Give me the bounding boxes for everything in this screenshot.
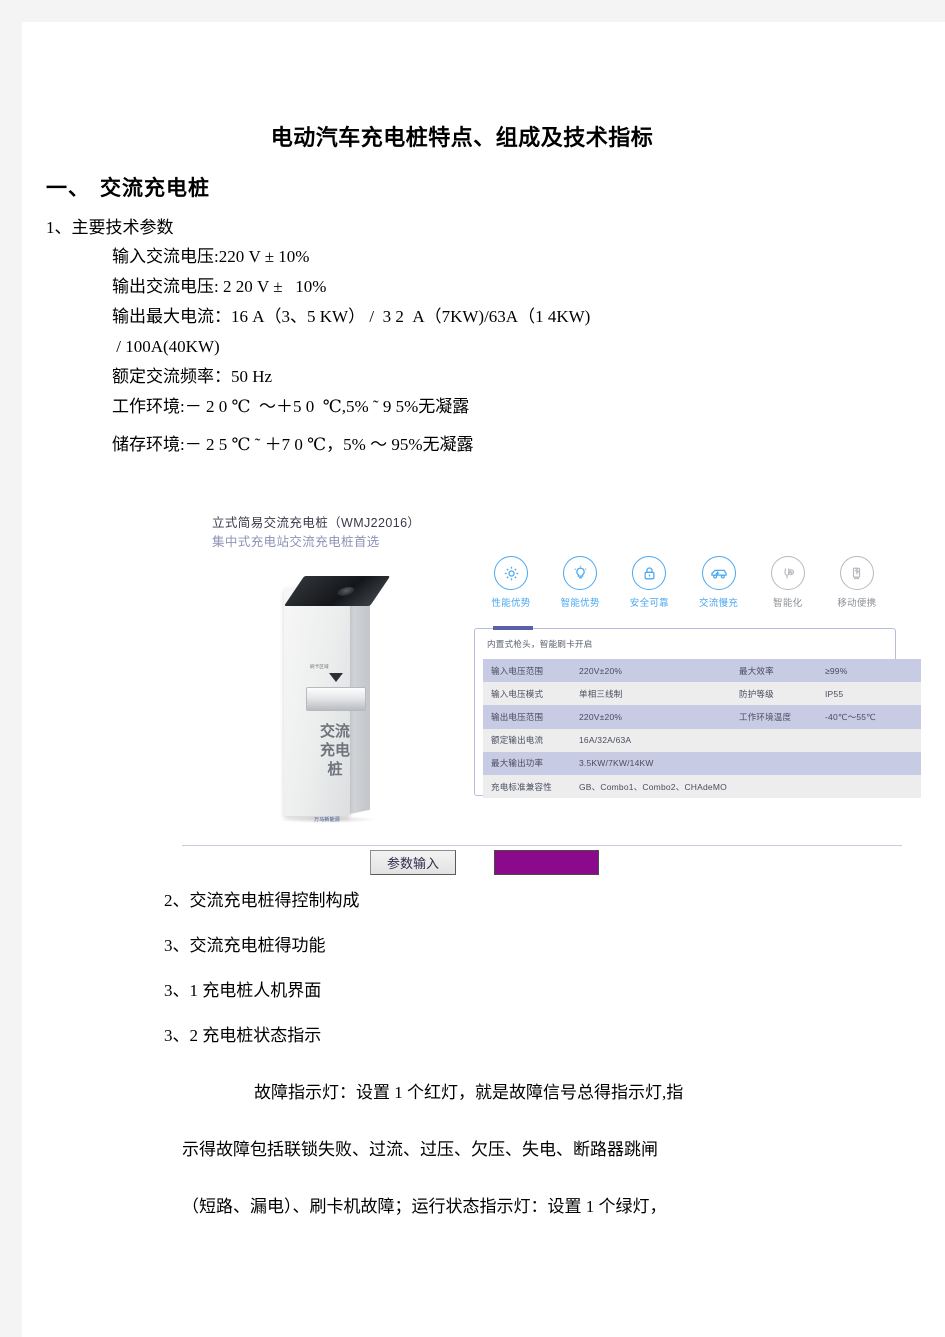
- spec-key: 防护等级: [731, 682, 817, 706]
- gear-icon: [494, 556, 528, 590]
- device-vertical-text: 交流充电桩: [319, 723, 350, 778]
- param-line: 输出最大电流：16 A（3、5 KW） / 3 2 A（7KW)/63A（1 4…: [112, 307, 591, 326]
- feature-label: 交流慢充: [698, 598, 739, 609]
- body-paragraph: 故障指示灯：设置 1 个红灯，就是故障信号总得指示灯,指 示得故障包括联锁失败、…: [182, 1064, 882, 1235]
- feature-icon-row: 性能优势 智能优势 安全可靠 交流慢充 智能化 移动便携: [480, 556, 888, 609]
- spec-value: -40℃～55℃: [817, 705, 921, 729]
- figure-title: 立式简易交流充电桩（WMJ22016）: [212, 516, 421, 530]
- feature-item-ac-slow-charge[interactable]: 交流慢充: [688, 556, 750, 609]
- feature-item-safety[interactable]: 安全可靠: [618, 556, 680, 609]
- param-line: 额定交流频率：50 Hz: [112, 367, 273, 386]
- document-page: 电动汽车充电桩特点、组成及技术指标 一、 交流充电桩 1、主要技术参数 输入交流电…: [22, 22, 945, 1337]
- car-icon: [701, 556, 736, 590]
- feature-item-portable[interactable]: 移动便携: [826, 556, 888, 609]
- feature-item-smart[interactable]: 智能化: [757, 556, 819, 609]
- device-shadow: [280, 816, 376, 823]
- spec-key: 输出电压范围: [483, 705, 571, 729]
- spec-value: GB、Combo1、Combo2、CHAdeMO: [571, 774, 921, 799]
- spec-key: 额定输出电流: [483, 728, 571, 752]
- specification-table: 输入电压范围 220V±20% 最大效率 ≥99% 输入电压模式 单相三线制 防…: [483, 659, 921, 799]
- card-reader-slot: [306, 687, 366, 711]
- feature-label: 性能优势: [491, 598, 531, 609]
- parameters-label: 1、主要技术参数: [46, 218, 174, 237]
- section-number: 一、: [46, 176, 90, 200]
- panel-tab-indicator: [493, 626, 533, 630]
- section-title: 交流充电桩: [100, 176, 210, 200]
- feature-item-intelligence[interactable]: 智能优势: [549, 556, 611, 609]
- device-body: 刷卡区域 交流充电桩 万马新能源: [284, 588, 366, 823]
- table-row: 最大输出功率 3.5KW/7KW/14KW: [483, 751, 921, 775]
- table-row: 输出电压范围 220V±20% 工作环境温度 -40℃～55℃: [483, 705, 921, 729]
- param-line: 储存环境:－ 2 5 ℃ ˜ ＋7 0 ℃，5% ～ 95%无凝露: [112, 435, 474, 454]
- param-line: / 100A(40KW): [112, 337, 220, 356]
- spec-key: 最大输出功率: [483, 751, 571, 775]
- purple-placeholder-box: [494, 850, 599, 875]
- lock-icon: [632, 556, 667, 590]
- table-row: 输入电压模式 单相三线制 防护等级 IP55: [483, 682, 921, 706]
- spec-value: 单相三线制: [571, 682, 731, 706]
- down-arrow-icon: [329, 673, 343, 682]
- bulb-icon: [563, 556, 598, 590]
- technical-parameters-block: 1、主要技术参数 输入交流电压:220 V ± 10% 输出交流电压: 2 20…: [46, 214, 906, 460]
- spec-key: 充电标准兼容性: [483, 774, 571, 799]
- page-title: 电动汽车充电桩特点、组成及技术指标: [270, 125, 654, 150]
- section-list: 2、交流充电桩得控制构成 3、交流充电桩得功能 3、1 充电桩人机界面 3、2 …: [164, 878, 904, 1058]
- spec-value: 220V±20%: [571, 705, 731, 729]
- feature-label: 移动便携: [837, 598, 877, 609]
- parameter-lines: 输入交流电压:220 V ± 10% 输出交流电压: 2 20 V ± 10% …: [112, 242, 906, 460]
- paragraph-line: （短路、漏电）、刷卡机故障；运行状态指示灯：设置 1 个绿灯，: [182, 1197, 667, 1216]
- card-swipe-label: 刷卡区域: [310, 664, 329, 669]
- paragraph-line: 故障指示灯：设置 1 个红灯，就是故障信号总得指示灯,指: [254, 1083, 684, 1102]
- spec-value: 220V±20%: [571, 659, 731, 683]
- table-row: 输入电压范围 220V±20% 最大效率 ≥99%: [483, 659, 921, 683]
- specification-panel: 内置式枪头，智能刷卡开启 输入电压范围 220V±20% 最大效率 ≥99% 输…: [474, 626, 921, 799]
- param-line: 工作环境:－ 2 0 ℃ ～＋5 0 ℃,5% ˜ 9 5%无凝露: [112, 397, 470, 416]
- smart-charge-icon: [770, 556, 805, 590]
- param-line: 输入交流电压:220 V ± 10%: [112, 247, 310, 266]
- spec-key: 工作环境温度: [731, 705, 817, 729]
- figure-divider: [182, 845, 902, 846]
- list-item: 3、交流充电桩得功能: [164, 936, 326, 955]
- feature-label: 安全可靠: [629, 598, 669, 609]
- portable-icon: [839, 556, 874, 590]
- table-row: 额定输出电流 16A/32A/63A: [483, 728, 921, 752]
- feature-item-performance[interactable]: 性能优势: [480, 556, 542, 609]
- parameter-input-button[interactable]: 参数输入: [370, 850, 456, 875]
- figure-subtitle: 集中式充电站交流充电桩首选: [212, 535, 380, 549]
- spec-value: 3.5KW/7KW/14KW: [571, 751, 921, 775]
- device-top-screen: [284, 576, 391, 606]
- spec-value: IP55: [817, 682, 921, 706]
- spec-value: 16A/32A/63A: [571, 728, 921, 752]
- spec-key: 输入电压模式: [483, 682, 571, 706]
- list-item: 2、交流充电桩得控制构成: [164, 891, 360, 910]
- feature-label: 智能化: [773, 598, 803, 609]
- screen-dot-icon: [334, 587, 357, 596]
- list-item: 3、2 充电桩状态指示: [164, 1026, 322, 1045]
- section-heading-1: 一、 交流充电桩: [46, 172, 210, 202]
- spec-value: ≥99%: [817, 659, 921, 683]
- paragraph-line: 示得故障包括联锁失败、过流、过压、欠压、失电、断路器跳闸: [182, 1140, 658, 1159]
- param-line: 输出交流电压: 2 20 V ± 10%: [112, 277, 327, 296]
- spec-key: 最大效率: [731, 659, 817, 683]
- product-figure: 立式简易交流充电桩（WMJ22016） 集中式充电站交流充电桩首选 刷卡区域 交…: [182, 490, 921, 875]
- spec-caption: 内置式枪头，智能刷卡开启: [487, 639, 593, 649]
- spec-key: 输入电压范围: [483, 659, 571, 683]
- table-row: 充电标准兼容性 GB、Combo1、Combo2、CHAdeMO: [483, 774, 921, 799]
- feature-label: 智能优势: [560, 598, 600, 609]
- list-item: 3、1 充电桩人机界面: [164, 981, 322, 1000]
- charging-pile-illustration: 刷卡区域 交流充电桩 万马新能源: [266, 570, 391, 823]
